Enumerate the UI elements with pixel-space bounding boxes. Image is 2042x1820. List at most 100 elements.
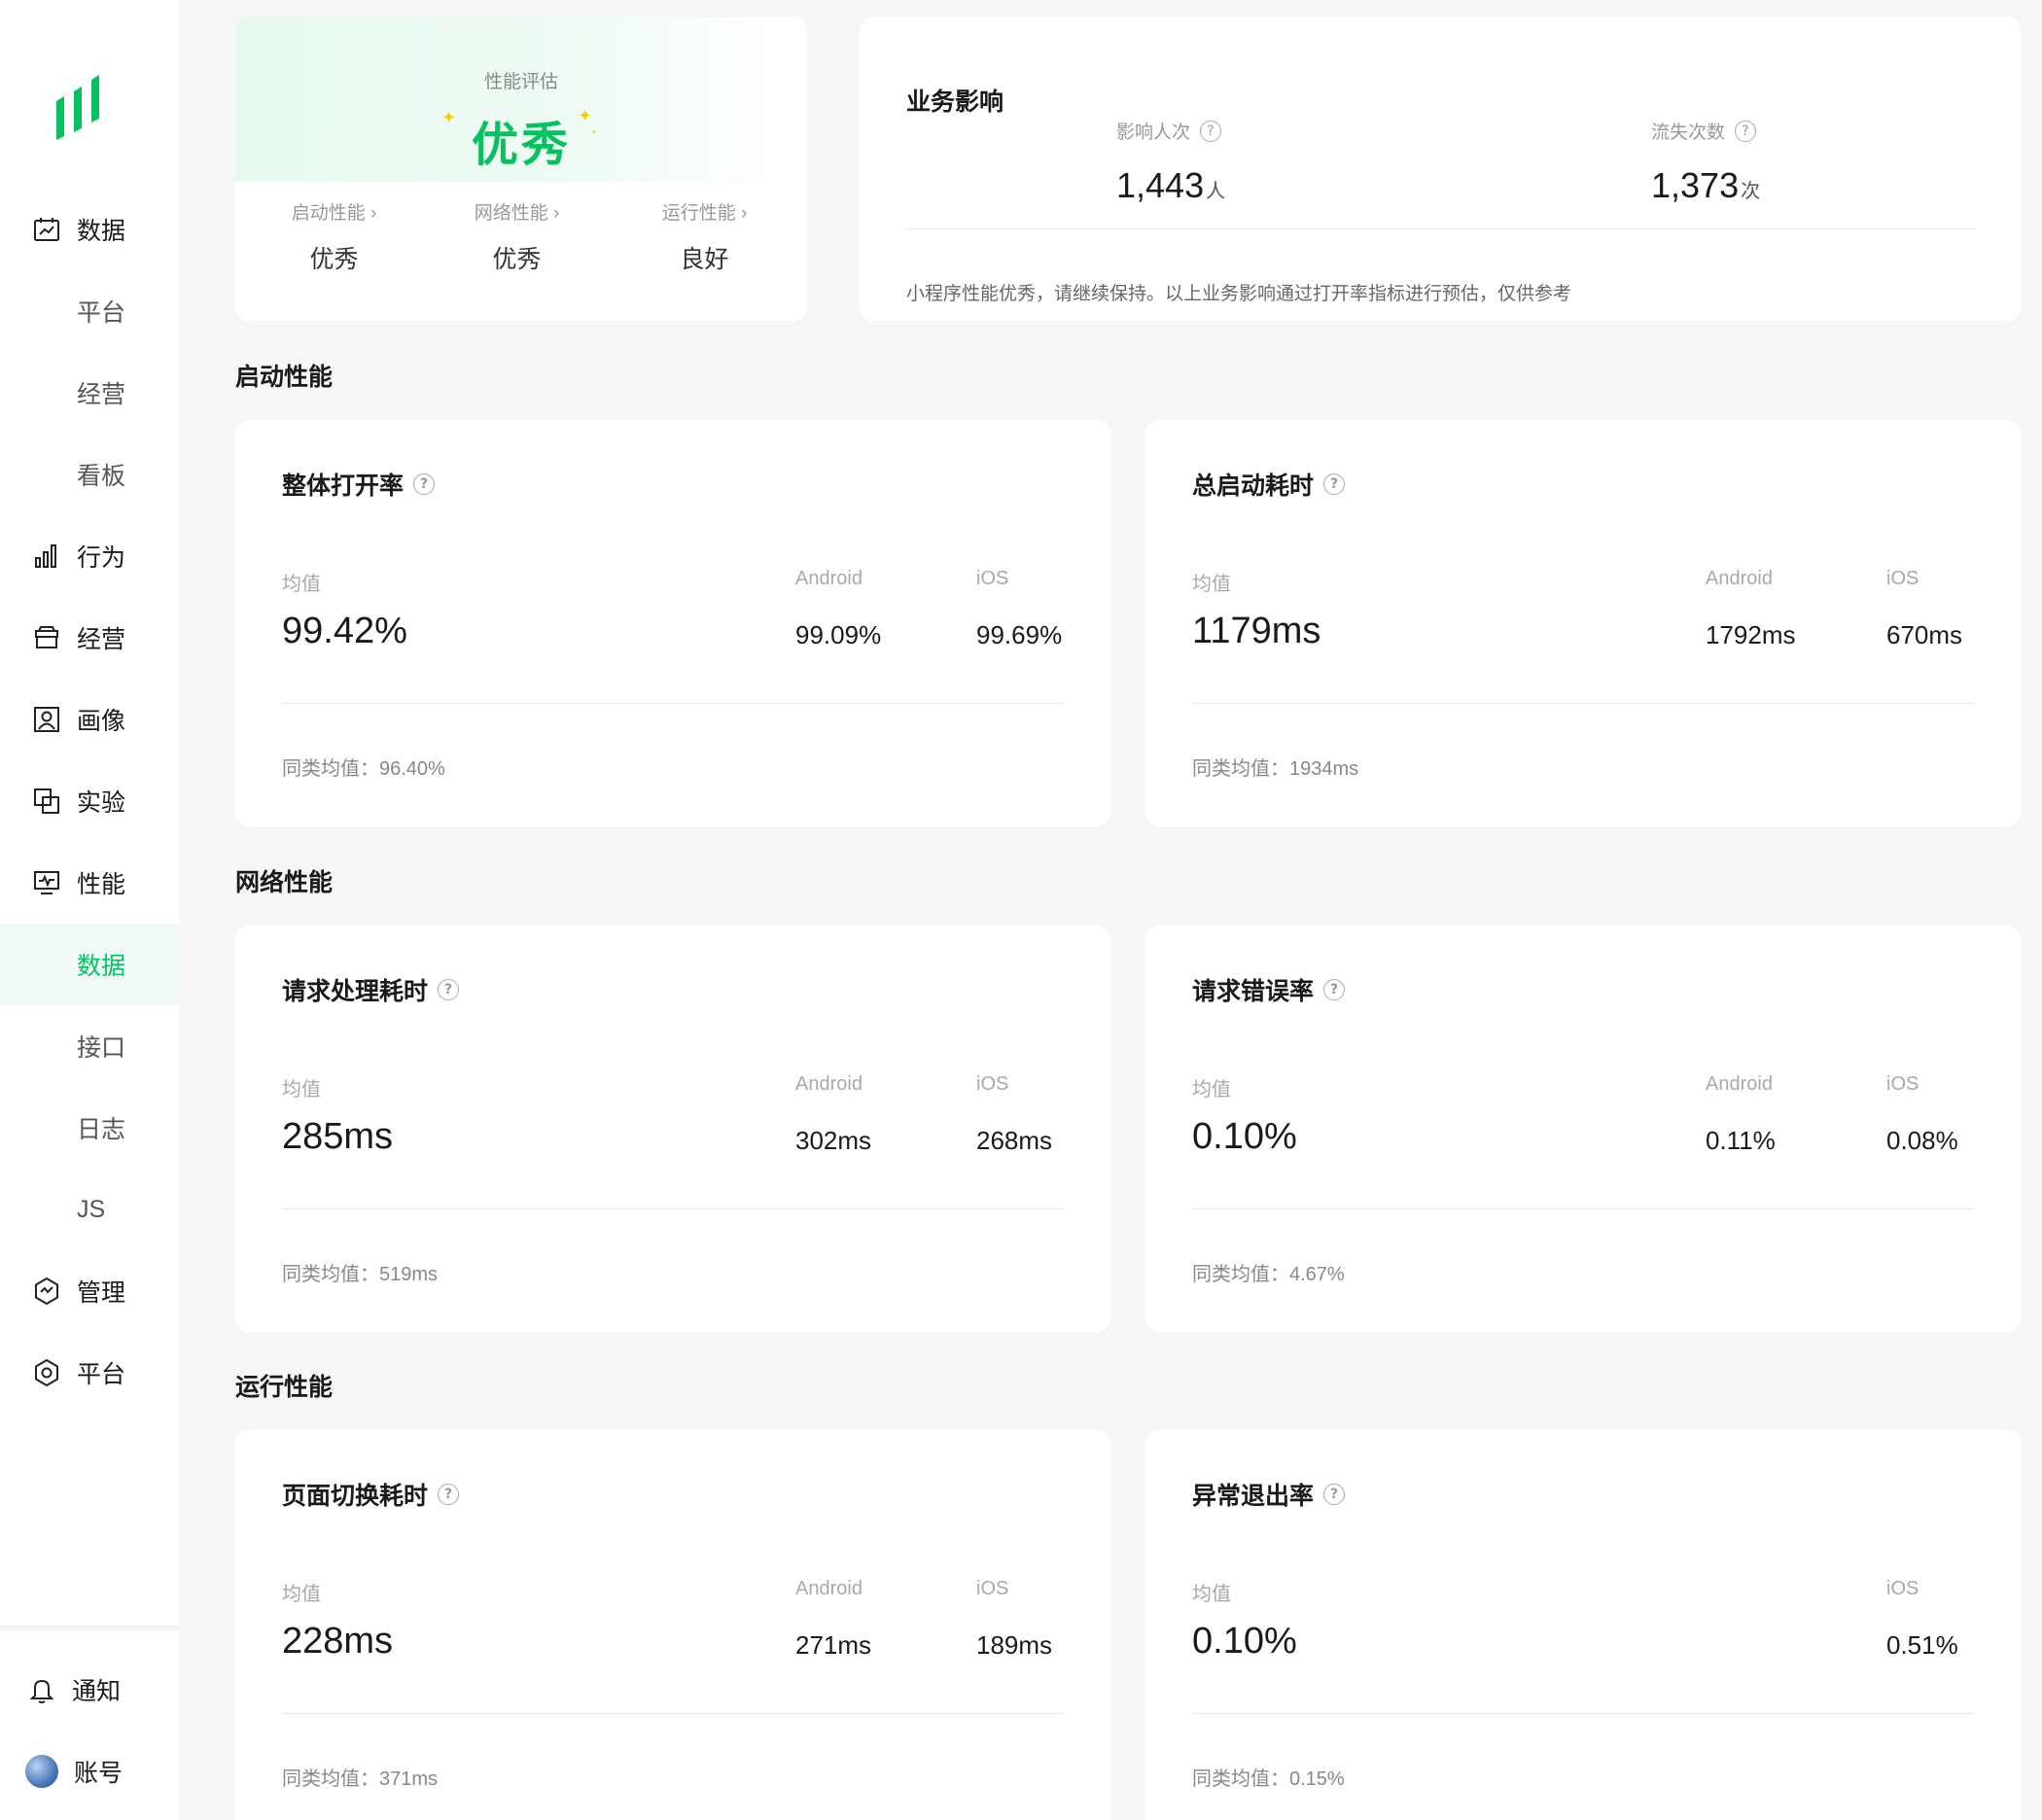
avg-label: 均值 bbox=[1192, 1079, 1231, 1101]
bell-icon bbox=[27, 1675, 56, 1704]
divider bbox=[282, 703, 1064, 704]
ios-value: 189ms bbox=[976, 1630, 1053, 1660]
sidebar-subitem-dashboard[interactable]: 看板 bbox=[0, 434, 179, 515]
help-icon[interactable]: ? bbox=[1323, 473, 1346, 495]
sidebar-subitem-api[interactable]: 接口 bbox=[0, 1005, 179, 1087]
help-icon[interactable]: ? bbox=[438, 1484, 460, 1505]
chart-line-icon bbox=[32, 215, 61, 244]
android-label: Android bbox=[795, 1073, 863, 1095]
summary-network-value: 优秀 bbox=[492, 246, 542, 273]
help-icon[interactable]: ? bbox=[413, 473, 436, 495]
business-impact-card: 业务影响 影响人次? 1,443 人 流失次数? 1,373 次 小程序性能优秀，请… bbox=[860, 17, 2021, 321]
ios-label: iOS bbox=[1886, 568, 1919, 589]
peer-average: 同类均值：96.40% bbox=[282, 758, 445, 780]
sidebar-subitem-business[interactable]: 经营 bbox=[0, 352, 179, 434]
android-value: 0.11% bbox=[1706, 1126, 1776, 1155]
sidebar-item-label: 经营 bbox=[77, 381, 126, 408]
metric-card-request-time: 请求处理耗时? 均值 Android iOS 285ms 302ms 268ms… bbox=[235, 926, 1110, 1332]
sidebar-divider bbox=[0, 1626, 179, 1631]
lost-count-value: 1,373 bbox=[1651, 165, 1740, 205]
divider bbox=[282, 1713, 1064, 1714]
summary-subcategories: 启动性能 › 优秀 网络性能 › 优秀 运行性能 › 良好 bbox=[235, 198, 807, 275]
sidebar-subitem-perf-data[interactable]: 数据 bbox=[0, 924, 179, 1005]
sidebar-item-label: 接口 bbox=[77, 1034, 126, 1062]
avg-value: 0.10% bbox=[1192, 1116, 1297, 1157]
section-title-network: 网络性能 bbox=[235, 869, 334, 896]
ios-label: iOS bbox=[976, 1073, 1009, 1095]
divider bbox=[1192, 1208, 1974, 1209]
sidebar-item-label: 管理 bbox=[77, 1279, 126, 1307]
sidebar: 数据 平台 经营 看板 行为 经营 画像 实验 性能 数据 接口 日志 JS 管… bbox=[0, 0, 179, 1820]
sidebar-item-label: 看板 bbox=[77, 463, 126, 490]
sidebar-item-behavior[interactable]: 行为 bbox=[0, 515, 179, 597]
avg-label: 均值 bbox=[282, 1079, 321, 1101]
sidebar-item-label: 性能 bbox=[77, 871, 126, 898]
sidebar-item-operation[interactable]: 经营 bbox=[0, 597, 179, 679]
sidebar-item-experiment[interactable]: 实验 bbox=[0, 760, 179, 842]
summary-network: 网络性能 › 优秀 bbox=[423, 198, 611, 275]
help-icon[interactable]: ? bbox=[1200, 120, 1222, 142]
monitor-icon bbox=[32, 868, 61, 897]
divider bbox=[1192, 1713, 1974, 1714]
summary-runtime-link[interactable]: 运行性能 › bbox=[611, 198, 798, 225]
sparkle-icon: • bbox=[592, 127, 596, 138]
affected-users-unit: 人 bbox=[1206, 181, 1226, 202]
app-logo[interactable] bbox=[51, 72, 113, 140]
sidebar-nav: 数据 平台 经营 看板 行为 经营 画像 实验 性能 数据 接口 日志 JS 管… bbox=[0, 189, 179, 1414]
peer-average: 同类均值：4.67% bbox=[1192, 1264, 1345, 1285]
avg-value: 285ms bbox=[282, 1116, 394, 1157]
divider bbox=[906, 228, 1976, 229]
peer-average: 同类均值：519ms bbox=[282, 1264, 439, 1285]
metric-card-launch-time: 总启动耗时? 均值 Android iOS 1179ms 1792ms 670m… bbox=[1145, 420, 2021, 826]
sidebar-item-platform[interactable]: 平台 bbox=[0, 1332, 179, 1414]
metric-title: 请求处理耗时 bbox=[282, 978, 429, 1005]
storefront-icon bbox=[32, 623, 61, 652]
sidebar-item-data[interactable]: 数据 bbox=[0, 189, 179, 270]
performance-summary-card: 性能评估 优秀 ✦ ✦ • 启动性能 › 优秀 网络性能 › 优秀 运行性能 ›… bbox=[235, 17, 807, 321]
sidebar-subitem-platform[interactable]: 平台 bbox=[0, 270, 179, 352]
android-value: 1792ms bbox=[1706, 620, 1796, 649]
metric-title: 异常退出率 bbox=[1192, 1483, 1315, 1510]
section-title-startup: 启动性能 bbox=[235, 364, 334, 391]
ios-label: iOS bbox=[1886, 1578, 1919, 1599]
avg-value: 1179ms bbox=[1192, 611, 1321, 651]
sparkle-icon: ✦ bbox=[441, 108, 457, 127]
avg-value: 228ms bbox=[282, 1621, 394, 1662]
sidebar-item-label: 通知 bbox=[72, 1678, 122, 1705]
metric-title: 请求错误率 bbox=[1192, 978, 1315, 1005]
help-icon[interactable]: ? bbox=[438, 979, 460, 1000]
ios-value: 99.69% bbox=[976, 620, 1063, 649]
lost-count-label: 流失次数 bbox=[1651, 122, 1726, 143]
experiment-icon bbox=[32, 787, 61, 816]
metric-card-request-error: 请求错误率? 均值 Android iOS 0.10% 0.11% 0.08% … bbox=[1145, 926, 2021, 1332]
help-icon[interactable]: ? bbox=[1735, 120, 1757, 142]
sidebar-subitem-js[interactable]: JS bbox=[0, 1169, 179, 1250]
summary-startup-value: 优秀 bbox=[309, 246, 359, 273]
sidebar-item-label: 日志 bbox=[77, 1116, 126, 1143]
sidebar-item-label: 数据 bbox=[77, 953, 126, 980]
help-icon[interactable]: ? bbox=[1323, 1484, 1346, 1505]
ios-value: 670ms bbox=[1886, 620, 1963, 649]
impact-title: 业务影响 bbox=[906, 88, 1004, 116]
sidebar-item-management[interactable]: 管理 bbox=[0, 1250, 179, 1332]
sidebar-item-account[interactable]: 账号 bbox=[0, 1731, 179, 1812]
sidebar-subitem-log[interactable]: 日志 bbox=[0, 1087, 179, 1169]
lost-count-unit: 次 bbox=[1741, 181, 1761, 202]
sidebar-item-label: 经营 bbox=[77, 626, 126, 653]
ios-label: iOS bbox=[1886, 1073, 1919, 1095]
sidebar-item-performance[interactable]: 性能 bbox=[0, 842, 179, 924]
sidebar-item-portrait[interactable]: 画像 bbox=[0, 679, 179, 760]
android-label: Android bbox=[1706, 568, 1773, 589]
metric-card-page-switch: 页面切换耗时? 均值 Android iOS 228ms 271ms 189ms… bbox=[235, 1430, 1110, 1820]
android-value: 99.09% bbox=[795, 620, 882, 649]
summary-startup: 启动性能 › 优秀 bbox=[235, 198, 423, 275]
ios-label: iOS bbox=[976, 1578, 1009, 1599]
summary-startup-link[interactable]: 启动性能 › bbox=[245, 198, 423, 225]
avg-label: 均值 bbox=[282, 574, 321, 595]
summary-network-link[interactable]: 网络性能 › bbox=[423, 198, 611, 225]
android-value: 271ms bbox=[795, 1630, 872, 1660]
ios-label: iOS bbox=[976, 568, 1009, 589]
summary-runtime-value: 良好 bbox=[680, 246, 729, 273]
sidebar-item-notifications[interactable]: 通知 bbox=[0, 1649, 179, 1731]
help-icon[interactable]: ? bbox=[1323, 979, 1346, 1000]
